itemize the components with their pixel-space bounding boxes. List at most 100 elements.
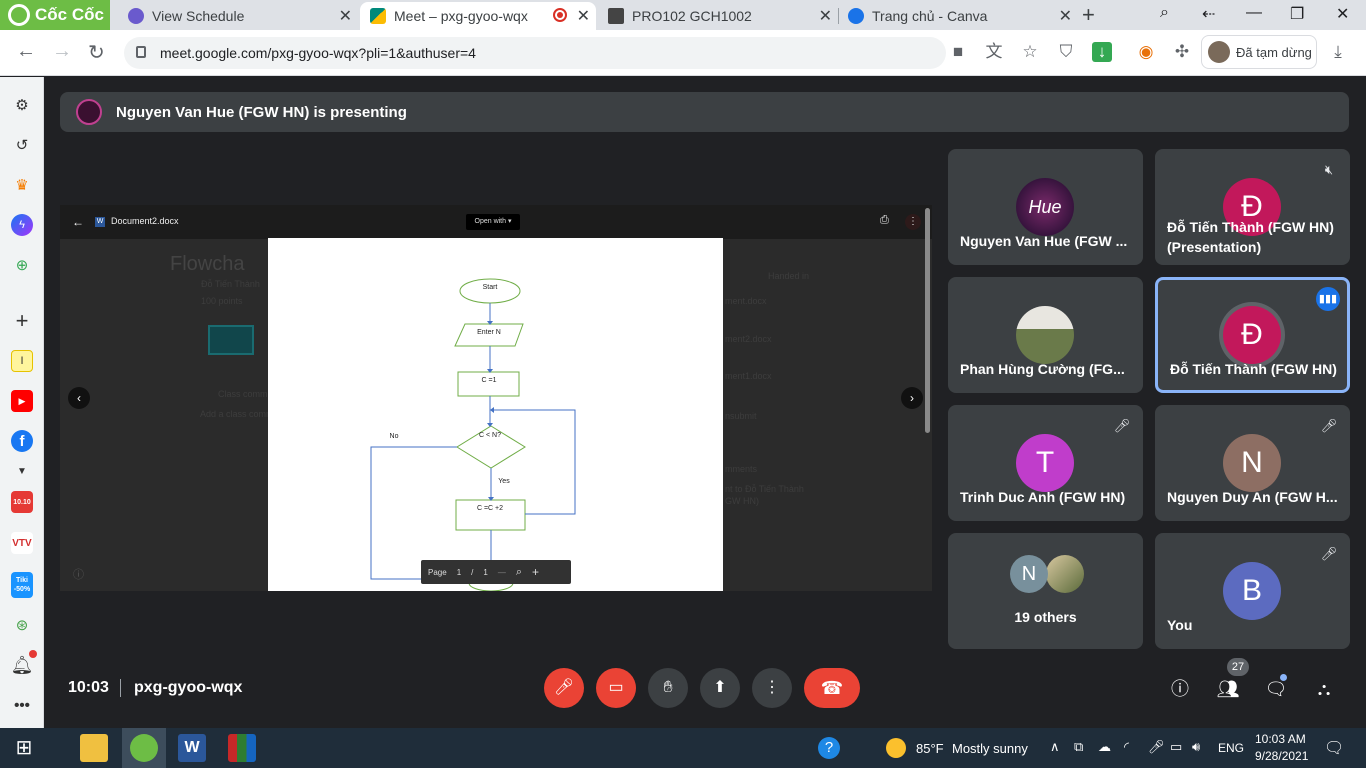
more-icon[interactable]: ••• bbox=[11, 694, 33, 716]
weather-temp[interactable]: 85°F bbox=[916, 741, 944, 756]
chevron-up-icon[interactable]: ∧ bbox=[1050, 739, 1060, 755]
camera-blocked-icon[interactable]: ■ bbox=[948, 42, 968, 62]
shared-screen[interactable]: ← W Document2.docx Open with ▾ ⎙ ⋮ Flowc… bbox=[60, 205, 932, 591]
gamepad-icon[interactable]: ⊕ bbox=[11, 254, 33, 276]
gear-icon[interactable]: ⚙ bbox=[11, 94, 33, 116]
page-current[interactable]: 1 bbox=[457, 568, 461, 577]
participant-tile[interactable]: Đ 🔇︎ Đỗ Tiến Thành (FGW HN) (Presentatio… bbox=[1155, 149, 1350, 265]
shop-1010-icon[interactable]: 10.10 bbox=[11, 491, 33, 513]
taskbar-date[interactable]: 9/28/2021 bbox=[1255, 749, 1308, 763]
file-explorer-icon[interactable] bbox=[80, 734, 108, 762]
maximize-button[interactable]: ❐ bbox=[1290, 4, 1304, 24]
participant-tile[interactable]: T 🎤︎ Trinh Duc Anh (FGW HN) bbox=[948, 405, 1143, 521]
bell-icon[interactable]: 🔔︎ bbox=[11, 654, 34, 676]
notifications-icon[interactable]: 🗨︎ bbox=[1324, 738, 1344, 758]
browser-brand[interactable]: Cốc Cốc bbox=[0, 0, 110, 30]
prev-arrow-icon[interactable]: ‹ bbox=[68, 387, 90, 409]
next-arrow-icon[interactable]: › bbox=[901, 387, 923, 409]
more-vert-icon[interactable]: ⋮ bbox=[905, 214, 921, 230]
activities-icon[interactable]: ⛬ bbox=[1312, 677, 1336, 701]
star-icon[interactable]: ☆ bbox=[1020, 42, 1040, 62]
coccoc-extension-icon[interactable]: ◉ bbox=[1136, 42, 1156, 62]
taskbar-time[interactable]: 10:03 AM bbox=[1255, 732, 1306, 746]
close-icon[interactable]: ✕ bbox=[577, 6, 590, 26]
plus-icon[interactable]: + bbox=[11, 308, 33, 333]
print-icon[interactable]: ⎙ bbox=[880, 214, 889, 227]
chevron-down-icon[interactable]: ▼ bbox=[11, 460, 33, 482]
language-indicator[interactable]: ENG bbox=[1218, 741, 1244, 755]
tab-canva[interactable]: Trang chủ - Canva ✕ bbox=[838, 2, 1078, 30]
participant-tile[interactable]: N 🎤︎ Nguyen Duy An (FGW H... bbox=[1155, 405, 1350, 521]
forward-arrow-icon[interactable]: → bbox=[52, 40, 72, 63]
download-icon[interactable]: ↓ bbox=[1092, 42, 1112, 62]
tab-view-schedule[interactable]: View Schedule ✕ bbox=[118, 2, 358, 30]
translate-icon[interactable]: 文 bbox=[984, 42, 1004, 62]
participant-tile[interactable]: Hue Nguyen Van Hue (FGW ... bbox=[948, 149, 1143, 265]
help-icon[interactable]: ? bbox=[818, 737, 840, 759]
close-icon[interactable]: ✕ bbox=[339, 6, 352, 26]
yes-label: Yes bbox=[498, 478, 510, 485]
weather-desc[interactable]: Mostly sunny bbox=[952, 741, 1028, 756]
close-icon[interactable]: ✕ bbox=[819, 6, 832, 26]
messenger-icon[interactable]: ϟ bbox=[11, 214, 33, 236]
zoom-in-icon[interactable]: + bbox=[532, 565, 539, 579]
mic-off-button[interactable]: 🎤︎ bbox=[544, 668, 584, 708]
back-arrow-icon[interactable]: ← bbox=[72, 215, 84, 229]
schedule-favicon-icon bbox=[128, 8, 144, 24]
word-taskbar-icon[interactable]: W bbox=[178, 734, 206, 762]
wifi-icon[interactable]: ◜ bbox=[1124, 739, 1129, 755]
winrar-taskbar-icon[interactable] bbox=[228, 734, 256, 762]
back-tab-icon[interactable]: ⇠ bbox=[1202, 4, 1215, 24]
others-tile[interactable]: N 19 others bbox=[948, 533, 1143, 649]
close-icon[interactable]: ✕ bbox=[1059, 6, 1072, 26]
participant-tile[interactable]: Phan Hùng Cường (FG... bbox=[948, 277, 1143, 393]
scrollbar[interactable] bbox=[925, 208, 930, 433]
camera-off-button[interactable]: ▭ bbox=[596, 668, 636, 708]
note-icon[interactable]: I bbox=[11, 350, 33, 372]
tab-meet[interactable]: Meet – pxg-gyoo-wqx ✕ bbox=[360, 2, 596, 30]
youtube-icon[interactable]: ▶ bbox=[11, 390, 33, 412]
windows-start-icon[interactable]: ⊞ bbox=[10, 734, 38, 762]
reload-icon[interactable]: ↻ bbox=[88, 40, 105, 65]
network-warning-icon[interactable]: ☁ bbox=[1098, 739, 1111, 755]
info-icon[interactable]: ⓘ bbox=[1168, 677, 1192, 701]
help-icon[interactable]: ⓘ bbox=[73, 566, 84, 582]
url-text: meet.google.com/pxg-gyoo-wqx?pli=1&authu… bbox=[160, 45, 476, 61]
battery-icon[interactable]: ▭ bbox=[1170, 739, 1182, 755]
minimize-button[interactable]: — bbox=[1246, 4, 1262, 22]
present-button[interactable]: ⬆ bbox=[700, 668, 740, 708]
coccoc-taskbar-icon[interactable] bbox=[130, 734, 158, 762]
no-label: No bbox=[390, 433, 399, 440]
people-icon[interactable]: 👥︎ bbox=[1216, 677, 1240, 701]
tab-title: Trang chủ - Canva bbox=[872, 8, 988, 24]
close-window-button[interactable]: ✕ bbox=[1336, 4, 1349, 24]
facebook-icon[interactable]: f bbox=[11, 430, 33, 452]
location-icon[interactable]: ⊛ bbox=[11, 614, 33, 636]
tab-search-icon[interactable]: ⌕ bbox=[1160, 4, 1169, 22]
zoom-out-icon[interactable]: — bbox=[498, 568, 506, 577]
url-field[interactable]: meet.google.com/pxg-gyoo-wqx?pli=1&authu… bbox=[124, 37, 946, 69]
meet-tray-icon[interactable]: ⧉ bbox=[1074, 739, 1083, 755]
end-call-button[interactable]: ☎︎ bbox=[804, 668, 860, 708]
open-with-button[interactable]: Open with ▾ bbox=[466, 214, 520, 230]
shield-icon[interactable]: ⛉ bbox=[1056, 42, 1076, 62]
volume-icon[interactable]: 🔊︎ bbox=[1192, 739, 1200, 755]
crown-icon[interactable]: ♛ bbox=[11, 174, 33, 196]
new-tab-button[interactable]: + bbox=[1082, 2, 1095, 28]
zoom-icon[interactable]: ⌕ bbox=[516, 566, 522, 579]
downloads-tray-icon[interactable]: ⤓ bbox=[1328, 42, 1348, 62]
back-arrow-icon[interactable]: ← bbox=[16, 40, 36, 63]
extensions-icon[interactable]: ✣ bbox=[1172, 42, 1192, 62]
raise-hand-button[interactable]: ✋︎ bbox=[648, 668, 688, 708]
vtv-go-icon[interactable]: VTV bbox=[11, 532, 33, 554]
participant-tile-speaking[interactable]: Đ ▮▮▮ Đỗ Tiến Thành (FGW HN) bbox=[1155, 277, 1350, 393]
bg-text: ment1.docx bbox=[725, 371, 772, 381]
self-tile[interactable]: B 🎤︎ You bbox=[1155, 533, 1350, 649]
tiki-icon[interactable]: Tiki -50% bbox=[11, 572, 33, 598]
mic-tray-icon[interactable]: 🎤︎ bbox=[1148, 739, 1165, 755]
history-icon[interactable]: ↺ bbox=[11, 134, 33, 156]
tab-pro102[interactable]: PRO102 GCH1002 ✕ bbox=[598, 2, 838, 30]
profile-paused-button[interactable]: Đã tạm dừng bbox=[1201, 35, 1317, 69]
bg-title: Flowcha bbox=[170, 253, 245, 275]
more-options-button[interactable]: ⋮ bbox=[752, 668, 792, 708]
